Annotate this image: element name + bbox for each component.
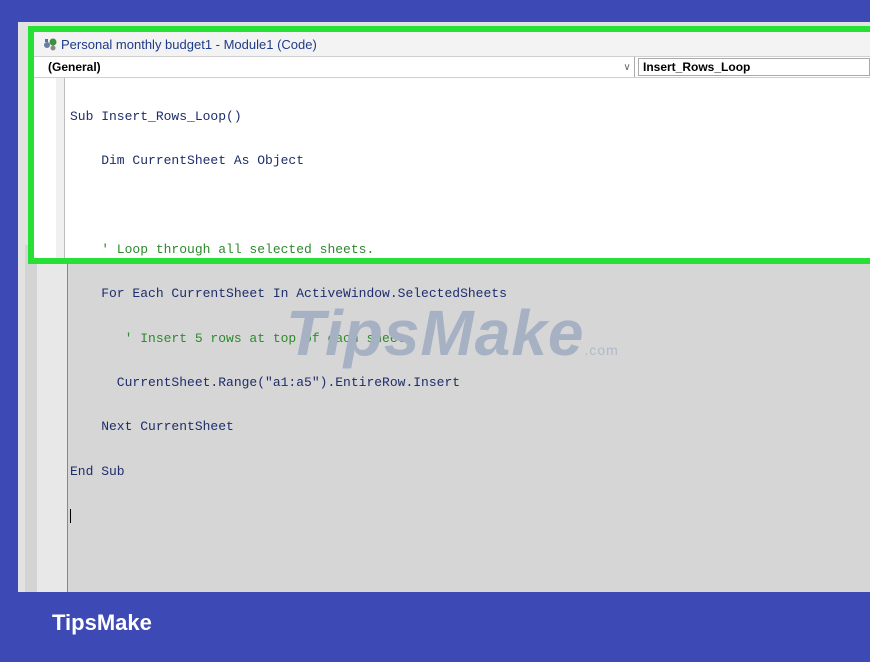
object-dropdown-value: (General) [48,60,101,74]
code-line[interactable]: Sub Insert_Rows_Loop() [70,109,507,125]
code-comment-line[interactable]: ' Loop through all selected sheets. [70,242,507,258]
object-dropdown[interactable]: (General) ∨ [44,57,635,77]
text-cursor [70,509,71,524]
cursor-line[interactable] [70,509,507,524]
code-margin-indicator [56,78,65,260]
code-editor[interactable]: Sub Insert_Rows_Loop() Dim CurrentSheet … [34,78,870,524]
code-line[interactable]: CurrentSheet.Range("a1:a5").EntireRow.In… [70,375,507,391]
code-window-title-bar[interactable]: Personal monthly budget1 - Module1 (Code… [34,32,870,56]
code-window[interactable]: Personal monthly budget1 - Module1 (Code… [34,32,870,524]
editor-indicator-margin [37,245,68,595]
watermark-logo: TipsMake.com [286,296,619,370]
window-title: Personal monthly budget1 - Module1 (Code… [61,36,317,52]
chevron-down-icon[interactable]: ∨ [620,62,634,73]
combo-row: (General) ∨ Insert_Rows_Loop [34,56,870,78]
footer-brand: TipsMake [52,610,152,635]
watermark-suffix: .com [584,342,619,358]
code-line[interactable]: End Sub [70,464,507,480]
code-line[interactable]: Dim CurrentSheet As Object [70,153,507,169]
screenshot-frame: Personal monthly budget1 - Module1 (Code… [0,0,870,662]
watermark-text: TipsMake [286,297,585,369]
procedure-dropdown-value: Insert_Rows_Loop [643,60,751,74]
vba-module-icon [44,38,57,51]
code-line[interactable]: Next CurrentSheet [70,420,507,435]
procedure-dropdown[interactable]: Insert_Rows_Loop [638,58,870,76]
top-band [0,0,870,22]
left-strip [0,22,18,592]
code-line[interactable] [70,198,507,213]
